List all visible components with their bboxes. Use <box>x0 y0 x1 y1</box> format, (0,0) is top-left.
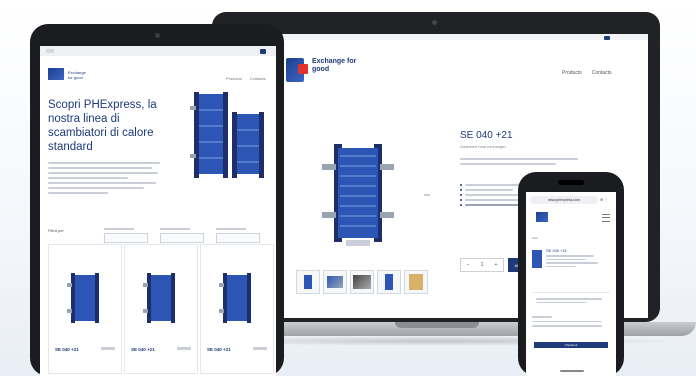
product-card-price <box>177 347 191 350</box>
laptop-notch <box>395 322 479 328</box>
product-title: SE 040 +21 <box>460 130 513 141</box>
quantity-stepper[interactable]: − 1 + <box>460 258 504 272</box>
nav-contacts[interactable]: Contacts <box>592 70 612 76</box>
laptop-nav: Products Contacts <box>562 70 611 76</box>
product-card-name: SE 040 +21 <box>207 347 231 352</box>
hamburger-menu-icon[interactable] <box>602 214 610 222</box>
address-bar[interactable]: www.phexpress.com <box>530 196 598 204</box>
laptop-top-bar <box>224 34 648 40</box>
home-indicator[interactable] <box>560 370 584 372</box>
checkout-button[interactable]: Checkout <box>534 342 608 348</box>
laptop-camera <box>432 20 437 25</box>
filter-field[interactable] <box>216 228 260 243</box>
cart-summary-row <box>536 298 606 305</box>
product-card-name: SE 040 +21 <box>55 347 79 352</box>
brand-logo[interactable] <box>48 68 64 80</box>
qty-plus-button[interactable]: + <box>495 262 498 268</box>
phone-notch <box>558 180 584 185</box>
language-flag-icon[interactable] <box>46 49 54 53</box>
filter-field[interactable] <box>160 228 204 243</box>
thumbnail[interactable] <box>350 270 374 294</box>
product-card[interactable]: SE 040 +21 <box>48 244 122 374</box>
hero-product-image <box>190 92 264 178</box>
product-card-image <box>67 273 99 323</box>
heat-exchanger-image <box>322 144 394 246</box>
cart-item-title: SE 040 +21 <box>546 248 568 253</box>
product-description <box>460 158 580 172</box>
product-thumbnails <box>296 270 428 294</box>
cart-item-details: SE 040 +21 <box>546 248 606 269</box>
tablet-nav: Products Contacts <box>226 76 266 81</box>
filter-field[interactable] <box>104 228 148 243</box>
brand-text: Exchange for good <box>68 70 86 80</box>
product-card-image <box>219 273 251 323</box>
product-card-name: SE 040 +21 <box>131 347 155 352</box>
product-card-image <box>143 273 175 323</box>
tablet-screen: Exchange for good Products Contacts Scop… <box>40 46 276 376</box>
brand-logo-accent <box>298 64 308 74</box>
nav-contacts[interactable]: Contacts <box>250 76 266 81</box>
phone-screen: www.phexpress.com ⊕ ⋮ Cart SE 040 +21 Ch… <box>526 192 616 376</box>
product-card-price <box>101 347 115 350</box>
product-card[interactable]: SE 040 +21 <box>200 244 274 374</box>
cart-totals <box>532 316 610 330</box>
browser-menu-icon[interactable]: ⊕ ⋮ <box>600 197 608 202</box>
divider <box>532 292 610 293</box>
cart-icon[interactable] <box>604 36 610 40</box>
thumbnail[interactable] <box>323 270 347 294</box>
thumbnail[interactable] <box>404 270 428 294</box>
image-divider <box>424 194 430 196</box>
brand-tagline: Exchange for good <box>312 58 357 73</box>
tablet-top-bar <box>40 46 276 56</box>
product-subtitle: Gasketed heat exchanger <box>460 144 506 149</box>
hero-body-text <box>48 162 164 197</box>
tablet-camera <box>155 33 160 38</box>
filter-label: Filtra per <box>48 228 64 233</box>
thumbnail[interactable] <box>296 270 320 294</box>
brand-logo[interactable] <box>536 212 548 222</box>
nav-products[interactable]: Products <box>226 76 242 81</box>
qty-value[interactable]: 1 <box>481 262 484 268</box>
thumbnail[interactable] <box>377 270 401 294</box>
nav-products[interactable]: Products <box>562 70 582 76</box>
hero-headline: Scopri PHExpress, la nostra linea di sca… <box>48 99 157 153</box>
cart-heading: Cart <box>532 236 538 240</box>
cart-icon[interactable] <box>260 49 266 54</box>
cart-item-image <box>532 250 542 268</box>
qty-minus-button[interactable]: − <box>467 262 470 268</box>
product-card-price <box>253 347 267 350</box>
product-card[interactable]: SE 040 +21 <box>124 244 198 374</box>
